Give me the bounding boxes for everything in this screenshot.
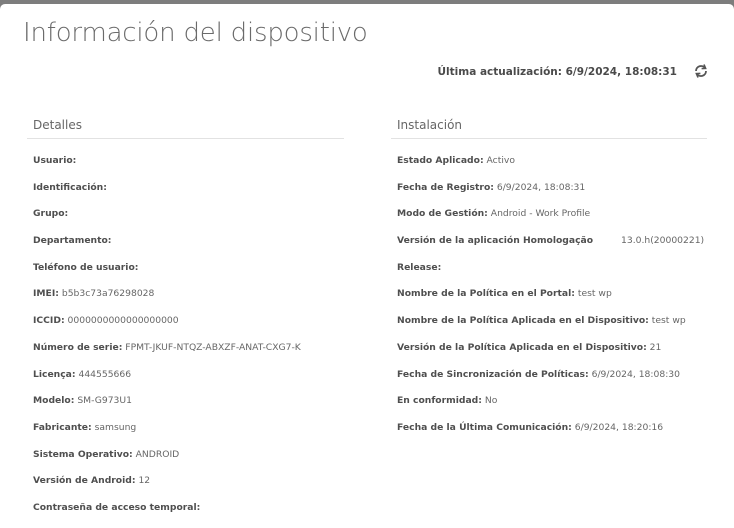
info-label: Fecha de Sincronización de Políticas:: [397, 368, 589, 380]
info-row: Fabricante: samsung: [27, 415, 344, 442]
info-row: Contraseña de acceso temporal:: [27, 495, 344, 522]
info-row: ICCID: 0000000000000000000: [27, 308, 344, 335]
info-value: Android - Work Profile: [490, 208, 591, 220]
info-row: Usuario:: [27, 148, 344, 175]
info-value: 21: [649, 341, 662, 353]
installation-list: Estado Aplicado: Activo Fecha de Registro…: [391, 148, 707, 442]
info-row: Versión de la Política Aplicada en el Di…: [391, 335, 707, 362]
info-label: Teléfono de usuario:: [33, 261, 139, 273]
info-label: Usuario:: [33, 155, 77, 166]
info-label: Release:: [397, 261, 442, 273]
info-row: Fecha de la Última Comunicación: 6/9/202…: [391, 415, 707, 442]
details-section: Detalles Usuario: Identificación: Grupo:…: [27, 118, 344, 522]
info-value: FPMT-JKUF-NTQZ-ABXZF-ANAT-CXG7-K: [125, 341, 301, 353]
info-label: Versión de la aplicación Homologação: [397, 235, 594, 247]
info-value: test wp: [577, 288, 612, 300]
info-label: Modelo:: [33, 395, 75, 407]
info-label: Fabricante:: [33, 421, 92, 433]
info-row: Nombre de la Política Aplicada en el Dis…: [391, 308, 707, 335]
info-label: IMEI:: [33, 288, 59, 300]
info-label: Licença:: [33, 368, 76, 380]
info-value: samsung: [94, 421, 137, 433]
info-label: Contraseña de acceso temporal:: [33, 501, 201, 513]
info-label: Sistema Operativo:: [33, 448, 133, 460]
info-value: test wp: [651, 315, 686, 327]
info-row: Modelo: SM-G973U1: [27, 388, 344, 415]
info-label: Versión de la Política Aplicada en el Di…: [397, 341, 647, 353]
info-label: ICCID:: [33, 315, 65, 327]
info-row: Versión de Android: 12: [27, 468, 344, 495]
info-value: 0000000000000000000: [67, 315, 179, 327]
info-row: En conformidad: No: [391, 388, 707, 415]
info-row: IMEI: b5b3c73a76298028: [27, 281, 344, 308]
device-info-panel: Información del dispositivo Última actua…: [0, 4, 734, 528]
installation-heading: Instalación: [391, 118, 707, 139]
info-value: 12: [138, 475, 151, 487]
info-value: SM-G973U1: [77, 395, 132, 407]
page-title: Información del dispositivo: [23, 18, 368, 48]
details-list: Usuario: Identificación: Grupo: Departam…: [27, 148, 344, 522]
info-value: Activo: [486, 155, 515, 166]
info-value: 444555666: [78, 368, 132, 380]
info-row: Grupo:: [27, 201, 344, 228]
refresh-icon[interactable]: [692, 62, 710, 80]
info-label: Versión de Android:: [33, 475, 136, 487]
info-row: Licença: 444555666: [27, 362, 344, 389]
info-row: Número de serie: FPMT-JKUF-NTQZ-ABXZF-AN…: [27, 335, 344, 362]
info-row: Teléfono de usuario:: [27, 255, 344, 282]
info-row: Fecha de Registro: 6/9/2024, 18:08:31: [391, 175, 707, 202]
last-update: Última actualización: 6/9/2024, 18:08:31: [438, 66, 677, 78]
installation-section: Instalación Estado Aplicado: Activo Fecha…: [391, 118, 707, 442]
info-label: Número de serie:: [33, 341, 123, 353]
last-update-label: Última actualización:: [437, 66, 562, 78]
info-value: 6/9/2024, 18:20:16: [574, 421, 664, 433]
info-row: Release:: [391, 255, 707, 282]
info-value: 6/9/2024, 18:08:31: [496, 181, 586, 193]
info-row: Fecha de Sincronización de Políticas: 6/…: [391, 362, 707, 389]
info-row: Nombre de la Política en el Portal: test…: [391, 281, 707, 308]
info-label: Fecha de Registro:: [397, 181, 494, 193]
info-value: No: [484, 395, 498, 407]
info-label: Fecha de la Última Comunicación:: [397, 421, 572, 433]
info-row: Departamento:: [27, 228, 344, 255]
info-value: b5b3c73a76298028: [61, 288, 155, 300]
info-label: Estado Aplicado:: [397, 155, 484, 166]
info-label: Grupo:: [33, 208, 69, 220]
info-value: 6/9/2024, 18:08:30: [591, 368, 680, 380]
info-row: Sistema Operativo: ANDROID: [27, 442, 344, 469]
info-label: En conformidad:: [397, 395, 482, 407]
info-row: Versión de la aplicación Homologação 13.…: [391, 228, 707, 255]
info-row: Modo de Gestión: Android - Work Profile: [391, 201, 707, 228]
info-label: Identificación:: [33, 181, 107, 193]
info-label: Modo de Gestión:: [397, 208, 488, 220]
info-value: ANDROID: [135, 448, 180, 460]
details-heading: Detalles: [27, 118, 344, 139]
last-update-value: 6/9/2024, 18:08:31: [565, 66, 677, 78]
info-label: Departamento:: [33, 235, 112, 247]
info-value: 13.0.h(20000221): [621, 235, 705, 247]
info-row: Estado Aplicado: Activo: [391, 148, 707, 175]
info-row: Identificación:: [27, 175, 344, 202]
info-label: Nombre de la Política Aplicada en el Dis…: [397, 315, 649, 327]
info-label: Nombre de la Política en el Portal:: [397, 288, 575, 300]
